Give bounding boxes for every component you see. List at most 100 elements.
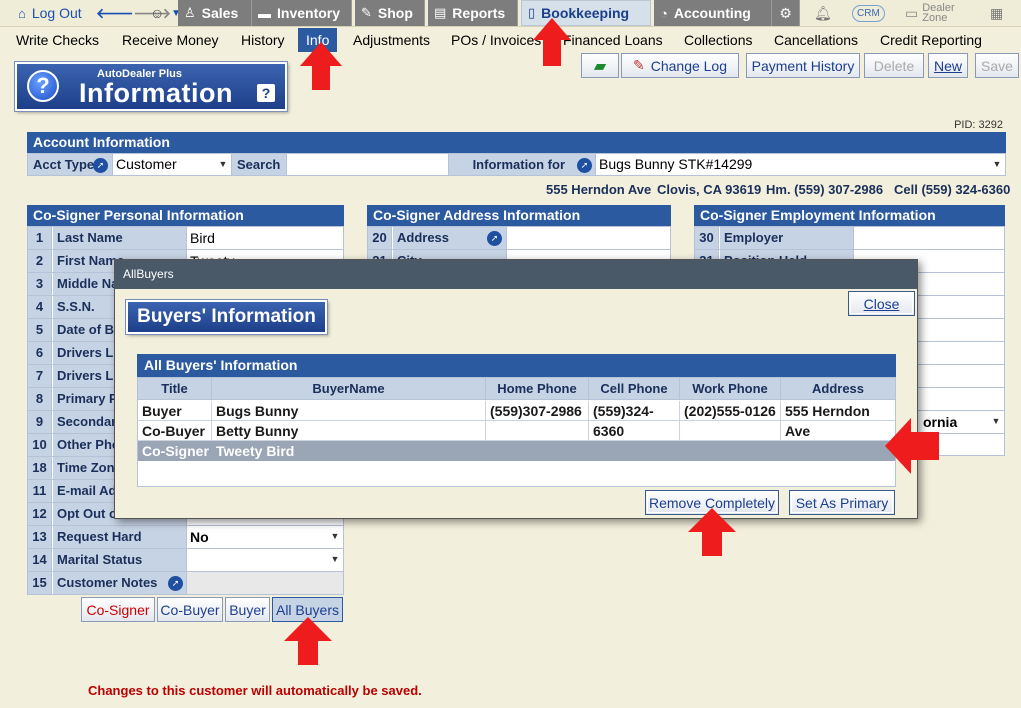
col-address: Address [781,378,895,400]
crm-button[interactable]: CRM [852,0,888,26]
payment-history-button[interactable]: Payment History [746,53,860,78]
table-row: 13Request Hard CopiesNo▼ [28,526,343,566]
address-link-icon[interactable]: ➚ [487,230,502,247]
subnav-cancellations[interactable]: Cancellations [774,28,858,52]
account-row: Acct Type ➚ Customer ▼ Search Informatio… [27,153,1006,176]
co-buyer-button[interactable]: Co-Buyer [157,597,223,622]
folder-icon: ▰ [593,57,607,75]
personal-info-header: Co-Signer Personal Information [27,205,344,226]
gear-icon[interactable]: ⚙ [772,0,800,26]
co-signer-button[interactable]: Co-Signer [81,597,155,622]
employment-info-header: Co-Signer Employment Information [694,205,1005,226]
save-button[interactable]: Save [975,53,1019,78]
notes-link-icon[interactable]: ➚ [168,575,183,592]
back-arrow-icon[interactable]: 🡐 [96,5,134,22]
arrow-up-icon [688,508,736,556]
search-label: Search [232,154,287,175]
info-for-link-icon[interactable]: ➚ [577,157,592,174]
col-work-phone: Work Phone [680,378,781,400]
calculator-icon[interactable]: ▦ [990,0,1010,26]
tab-sales[interactable]: ♙ Sales [178,0,252,26]
account-info-header: Account Information [27,132,1006,153]
customer-notes-field[interactable] [187,572,343,594]
tab-accounting[interactable]: ◔ Accounting [654,0,772,26]
new-button[interactable]: New [928,53,968,78]
account-city: Clovis, CA 93619 [657,182,762,197]
sub-nav: Write Checks Receive Money History Info … [0,28,1021,52]
table-row[interactable]: Co-Buyer Betty Bunny [138,421,895,441]
tab-inventory[interactable]: ▬ Inventory [252,0,352,26]
table-row: 1 Last Name Bird [28,227,343,250]
arrow-left-icon [885,418,939,474]
home-icon: ⌂ [18,5,26,21]
info-for-select[interactable]: Bugs Bunny STK#14299 [596,154,1005,175]
subnav-write-checks[interactable]: Write Checks [16,28,99,52]
subnav-history[interactable]: History [241,28,285,52]
bell-icon[interactable]: 🔔︎ [814,0,836,26]
id-card-icon: ▭ [905,4,919,21]
export-button[interactable]: ▰ [581,53,619,78]
chevron-down-icon[interactable]: ▼ [215,154,231,175]
banner-title: Information [79,78,233,108]
autosave-note: Changes to this customer will automatica… [88,683,422,698]
pie-chart-icon: ◔ [660,5,668,21]
table-row: 15 Customer Notes ➚ [28,572,343,595]
table-row-selected[interactable]: Co-Signer Tweety Bird [138,441,895,461]
subnav-financed-loans[interactable]: Financed Loans [563,28,663,52]
tab-shop[interactable]: ✎ Shop [355,0,425,26]
col-cell-phone: Cell Phone [589,378,680,400]
report-icon: ▤ [434,5,447,20]
buyers-info-banner: Buyers' Information [125,299,328,335]
search-input[interactable] [287,154,449,175]
table-row[interactable]: Buyer Bugs Bunny (559)307-2986 (559)324-… [138,401,895,439]
notepad-icon: ✎ [632,57,645,73]
car-icon: ▬ [258,5,271,21]
account-cell-phone: Cell (559) 324-6360 [894,182,1011,197]
all-buyers-dialog: AllBuyers Close Buyers' Information All … [114,259,918,519]
arrow-up-icon [284,617,332,665]
chevron-down-icon[interactable]: ▼ [989,154,1005,175]
subnav-adjustments[interactable]: Adjustments [353,28,430,52]
address-field[interactable] [508,227,668,249]
marital-status-select[interactable] [187,549,327,571]
col-home-phone: Home Phone [486,378,589,400]
change-log-button[interactable]: ✎ Change Log [621,53,739,78]
subnav-receive-money[interactable]: Receive Money [122,28,219,52]
last-name-field[interactable]: Bird [187,227,343,249]
history-nav-arrows[interactable]: 🡐 🡒 ▼ [96,0,181,26]
info-for-label: Information for [449,154,596,175]
subnav-pos-invoices[interactable]: POs / Invoices [451,28,541,52]
help-icon[interactable]: ? [257,84,275,102]
delete-button[interactable]: Delete [864,53,924,78]
chevron-down-icon[interactable]: ▼ [327,526,343,547]
top-nav: ⌂ Log Out 🡐 🡒 ▼ ☺ ♙ Sales ▬ Inventory ✎ Shop… [0,0,1021,27]
table-row: 14 Marital Status ▼ [28,549,343,572]
chevron-down-icon[interactable]: ▼ [988,411,1004,432]
col-buyer-name: BuyerName [212,378,486,400]
salesman-icon: ♙ [184,5,196,20]
buyer-button[interactable]: Buyer [225,597,270,622]
close-button[interactable]: Close [848,291,915,316]
dealer-zone-link[interactable]: ▭ Dealer Zone [905,0,975,26]
dialog-title: AllBuyers [115,260,917,289]
account-home-phone: Hm. (559) 307-2986 [766,182,884,197]
arrow-up-icon [533,18,571,66]
question-icon: ? [27,70,59,102]
logout-link[interactable]: ⌂ Log Out [12,0,90,26]
acct-type-link-icon[interactable]: ➚ [93,157,108,174]
employer-field[interactable] [854,227,1004,249]
set-as-primary-button[interactable]: Set As Primary [789,490,895,515]
wrench-icon: ✎ [361,5,372,20]
arrow-up-icon [300,42,342,90]
col-title: Title [138,378,212,400]
account-address: 555 Herndon Ave [546,182,652,197]
pid-label: PID: 3292 [954,119,1003,131]
chevron-down-icon[interactable]: ▼ [327,549,343,570]
hard-copies-select[interactable]: No [187,526,327,548]
subnav-credit-reporting[interactable]: Credit Reporting [880,28,982,52]
user-icon[interactable]: ☺ [150,0,174,26]
all-buyers-table: Title BuyerName Home Phone Cell Phone Wo… [137,377,896,487]
tab-reports[interactable]: ▤ Reports [428,0,518,26]
info-banner: ? AutoDealer Plus Information ? [14,61,288,112]
subnav-collections[interactable]: Collections [684,28,752,52]
